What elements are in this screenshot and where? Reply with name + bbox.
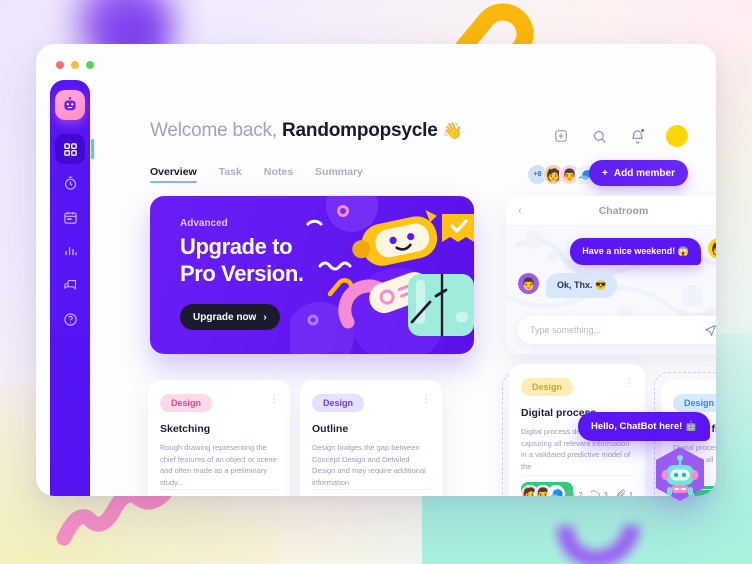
robot-logo-icon[interactable] <box>55 90 85 120</box>
close-button[interactable] <box>56 61 64 69</box>
user-name: Randompopsycle <box>282 120 438 141</box>
chatroom-title: Chatroom <box>598 204 649 217</box>
card-tag: Design <box>521 378 574 396</box>
paperclip-icon <box>616 489 625 496</box>
tab-notes[interactable]: Notes <box>264 166 293 183</box>
chat-icon <box>63 279 76 290</box>
card-tag: Design <box>673 394 716 412</box>
card-description: Rough drawing representing the chief fea… <box>160 443 277 487</box>
upgrade-now-label: Upgrade now <box>193 311 257 323</box>
eye-icon <box>565 490 576 496</box>
card-views-value: 7 <box>578 489 583 497</box>
search-icon[interactable] <box>590 127 608 145</box>
banner-eyebrow: Advanced <box>180 218 228 229</box>
banner-title-line1: Upgrade to <box>180 234 293 259</box>
chat-avatar: 👨 <box>518 273 539 294</box>
card-tag: Design <box>312 394 365 412</box>
card-comments-value: 3 <box>603 489 608 497</box>
plus-icon: + <box>602 167 608 179</box>
card-footer: 🧑 👨 🧢 7 3 <box>521 475 633 496</box>
add-member-label: Add member <box>613 167 675 179</box>
tab-summary[interactable]: Summary <box>315 166 363 183</box>
maximize-button[interactable] <box>86 61 94 69</box>
upgrade-banner[interactable]: Advanced Upgrade to Pro Version. Upgrade… <box>150 196 474 354</box>
banner-title-line2: Pro Version. <box>180 260 304 286</box>
sidebar-item-analytics[interactable] <box>55 236 85 266</box>
notification-badge <box>640 128 645 133</box>
task-card[interactable]: Design ⋮ Sketching Rough drawing represe… <box>148 380 290 496</box>
chat-bubble: Have a nice weekend! 😱 <box>570 238 701 265</box>
send-icon[interactable] <box>704 324 716 337</box>
card-attachments-value: 1 <box>628 489 633 497</box>
kebab-menu-icon[interactable]: ⋮ <box>269 394 279 405</box>
question-circle-icon <box>63 312 77 326</box>
card-attachments-stat: 1 <box>616 489 633 496</box>
chatbot-mascot-icon[interactable] <box>652 446 708 502</box>
chat-message-outgoing: Have a nice weekend! 😱 🧑 <box>518 238 716 265</box>
card-title: Sketching <box>160 423 211 435</box>
upgrade-now-button[interactable]: Upgrade now › <box>180 304 280 330</box>
robot-logo-glyph <box>64 97 76 111</box>
card-tag: Design <box>160 394 213 412</box>
tab-task[interactable]: Task <box>219 166 242 183</box>
chat-input-placeholder: Type something... <box>530 325 602 335</box>
card-stats: 7 3 1 <box>565 489 633 496</box>
banner-illustration <box>290 196 474 354</box>
card-comments-stat: 3 <box>590 489 608 497</box>
bar-chart-icon <box>64 246 77 255</box>
chatroom-panel: ‹ Chatroom ⋮ Have a nice weekend! 😱 🧑 <box>506 196 716 354</box>
avatar[interactable] <box>666 125 688 147</box>
card-title: Outline <box>312 423 349 435</box>
add-square-icon[interactable] <box>552 127 570 145</box>
search-glyph <box>593 130 606 143</box>
minimize-button[interactable] <box>71 61 79 69</box>
comment-icon <box>590 490 600 496</box>
sidebar-item-dashboard[interactable] <box>55 134 94 164</box>
add-member-button[interactable]: + Add member <box>589 160 688 186</box>
chat-message-incoming: 👨 Ok, Thx. 😎 <box>518 265 716 298</box>
chevron-right-icon: › <box>263 311 267 323</box>
chatroom-header: ‹ Chatroom ⋮ <box>506 196 716 226</box>
sidebar-item-messages[interactable] <box>55 270 85 300</box>
grid-icon <box>63 142 77 156</box>
card-avatar-group: 🧑 👨 🧢 <box>521 485 565 496</box>
calendar-icon <box>63 211 77 224</box>
chat-bubble: Ok, Thx. 😎 <box>546 273 618 298</box>
card-footer: 🧑 👨 🧢 7 3 <box>160 489 278 496</box>
card-avatar: 🧢 <box>547 485 565 496</box>
sidebar <box>50 80 94 496</box>
card-views-stat: 7 <box>565 489 583 497</box>
chatroom-messages: Have a nice weekend! 😱 🧑 👨 Ok, Thx. 😎 Ty… <box>506 226 716 354</box>
kebab-menu-icon[interactable]: ⋮ <box>421 394 431 405</box>
tab-bar: Overview Task Notes Summary <box>150 166 363 183</box>
greeting-prefix: Welcome back, <box>150 120 277 141</box>
kebab-menu-icon[interactable]: ⋮ <box>624 378 634 389</box>
banner-title: Upgrade to Pro Version. <box>180 234 304 288</box>
notification-bell-icon[interactable] <box>628 127 646 145</box>
card-description: Design bridges the gap between Concept D… <box>312 443 426 487</box>
add-square-glyph <box>555 130 567 142</box>
chat-input[interactable]: Type something... <box>518 316 716 344</box>
chat-avatar: 🧑 <box>708 238 716 259</box>
card-footer: 🧑 👨 🧢 7 3 <box>312 489 430 496</box>
chatbot-message-bubble: Hello, ChatBot here! 🤖 <box>578 412 710 441</box>
page-title: Welcome back, Randompopsycle 👋 <box>150 120 463 142</box>
tab-overview[interactable]: Overview <box>150 166 197 183</box>
sidebar-item-calendar[interactable] <box>55 202 85 232</box>
timer-icon <box>64 176 76 190</box>
header-actions <box>552 125 688 147</box>
chevron-left-icon[interactable]: ‹ <box>518 205 522 217</box>
sidebar-item-help[interactable] <box>55 304 85 334</box>
sidebar-nav <box>50 134 94 334</box>
wave-emoji-icon: 👋 <box>442 123 463 140</box>
pink-squiggle-icon <box>56 488 172 546</box>
window-traffic-lights <box>56 61 94 69</box>
task-card[interactable]: Design ⋮ Outline Design bridges the gap … <box>300 380 442 496</box>
sidebar-item-timer[interactable] <box>55 168 85 198</box>
